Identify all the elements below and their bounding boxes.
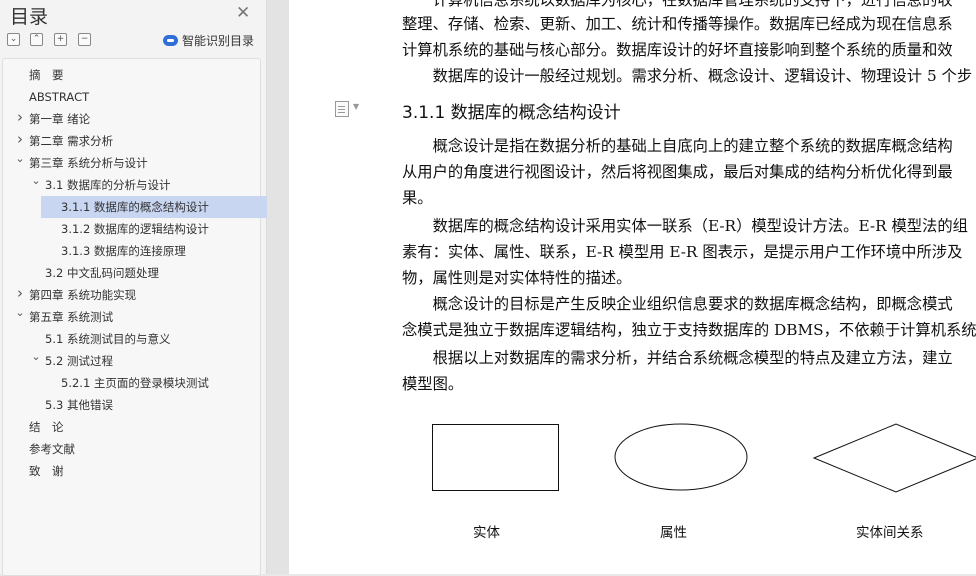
attribute-label: 属性 <box>660 525 687 541</box>
er-figure <box>432 423 976 493</box>
page-gutter <box>267 0 289 574</box>
smart-toc-button[interactable]: 智能识别目录 <box>163 31 254 49</box>
collapse-minus-icon[interactable]: − <box>78 33 91 46</box>
collapse-all-icon[interactable]: ⌄ <box>7 33 20 46</box>
toc-item-label: 3.2 中文乱码问题处理 <box>45 266 159 280</box>
toc-item-label: 3.1.2 数据库的逻辑结构设计 <box>61 222 209 236</box>
toc-item-label: 结 论 <box>29 420 64 434</box>
close-icon[interactable]: ✕ <box>236 3 250 23</box>
toc-item-label: 第三章 系统分析与设计 <box>29 156 148 170</box>
entity-shape <box>432 424 559 491</box>
chevron-down-icon[interactable]: ⌄ <box>15 306 25 328</box>
chevron-down-icon[interactable]: ⌄ <box>15 152 25 174</box>
toc-item[interactable]: 致 谢 <box>29 460 64 482</box>
toc-item[interactable]: 5.2.1 主页面的登录模块测试 <box>61 372 209 394</box>
toc-item[interactable]: 第三章 系统分析与设计 <box>29 152 148 174</box>
toc-item-selected[interactable]: 3.1.1 数据库的概念结构设计 <box>41 196 270 218</box>
attribute-shape <box>614 423 748 491</box>
toc-item-label: 3.1 数据库的分析与设计 <box>45 178 171 192</box>
toc-item-label: 第二章 需求分析 <box>29 134 114 148</box>
toc-item[interactable]: 3.1 数据库的分析与设计 <box>45 174 170 196</box>
toc-item-label: 3.1.1 数据库的概念结构设计 <box>61 200 209 214</box>
toc-tree: 摘 要 ABSTRACT 第一章 绪论 › 第二章 需求分析 › 第三章 系统分析与设计 ⌄ 3… <box>2 58 270 576</box>
chevron-right-icon[interactable]: › <box>15 130 25 152</box>
chevron-right-icon[interactable]: › <box>15 284 25 306</box>
expand-up-icon[interactable]: ⌃ <box>30 33 43 46</box>
toc-sidebar: 目录 ✕ ⌄ ⌃ + − 智能识别目录 摘 要 ABSTRACT 第一章 绪论 › 第二… <box>0 0 270 576</box>
toc-item-label: 3.1.3 数据库的连接原理 <box>61 244 186 258</box>
chevron-right-icon[interactable]: › <box>15 108 25 130</box>
chevron-down-icon[interactable]: ⌄ <box>31 174 41 196</box>
toc-item[interactable]: 参考文献 <box>29 438 75 460</box>
toc-item-label: 第五章 系统测试 <box>29 310 114 324</box>
toc-item[interactable]: 第一章 绪论 <box>29 108 90 130</box>
toc-item[interactable]: 结 论 <box>29 416 64 438</box>
smart-toc-label: 智能识别目录 <box>182 33 255 48</box>
toc-item[interactable]: 3.1.2 数据库的逻辑结构设计 <box>61 218 209 240</box>
toc-item-label: 参考文献 <box>29 442 75 456</box>
smart-toc-icon <box>163 34 178 46</box>
sidebar-title: 目录 <box>10 6 49 28</box>
entity-label: 实体 <box>473 525 500 541</box>
toc-item[interactable]: 第四章 系统功能实现 <box>29 284 136 306</box>
toc-item[interactable]: 5.3 其他错误 <box>45 394 113 416</box>
toc-item[interactable]: 第五章 系统测试 <box>29 306 113 328</box>
toc-item-label: 第四章 系统功能实现 <box>29 288 137 302</box>
relationship-label: 实体间关系 <box>856 525 924 541</box>
toc-item[interactable]: 第二章 需求分析 <box>29 130 113 152</box>
toc-item[interactable]: ABSTRACT <box>29 86 89 108</box>
toc-item[interactable]: 3.1.3 数据库的连接原理 <box>61 240 186 262</box>
toc-item-label: 5.2.1 主页面的登录模块测试 <box>61 376 209 390</box>
toc-item-label: 摘 要 <box>29 68 64 82</box>
relationship-shape <box>812 423 976 493</box>
toc-item[interactable]: 5.2 测试过程 <box>45 350 113 372</box>
chevron-down-icon[interactable]: ⌄ <box>31 350 41 372</box>
document-page[interactable]: 计算机信息系统以数据库为核心，在数据库管理系统的支持下，进行信息的收 整理、存储、… <box>289 0 976 574</box>
toc-item-label: 5.2 测试过程 <box>45 354 113 368</box>
toc-item-label: 5.1 系统测试目的与意义 <box>45 332 171 346</box>
toc-item-label: 5.3 其他错误 <box>45 398 113 412</box>
toc-item-label: ABSTRACT <box>29 90 90 104</box>
toc-item[interactable]: 5.1 系统测试目的与意义 <box>45 328 170 350</box>
toc-item-label: 第一章 绪论 <box>29 112 91 126</box>
toc-item[interactable]: 3.2 中文乱码问题处理 <box>45 262 159 284</box>
expand-all-icon[interactable]: + <box>54 33 67 46</box>
toc-item-label: 致 谢 <box>29 464 64 478</box>
toc-item[interactable]: 摘 要 <box>29 64 64 86</box>
